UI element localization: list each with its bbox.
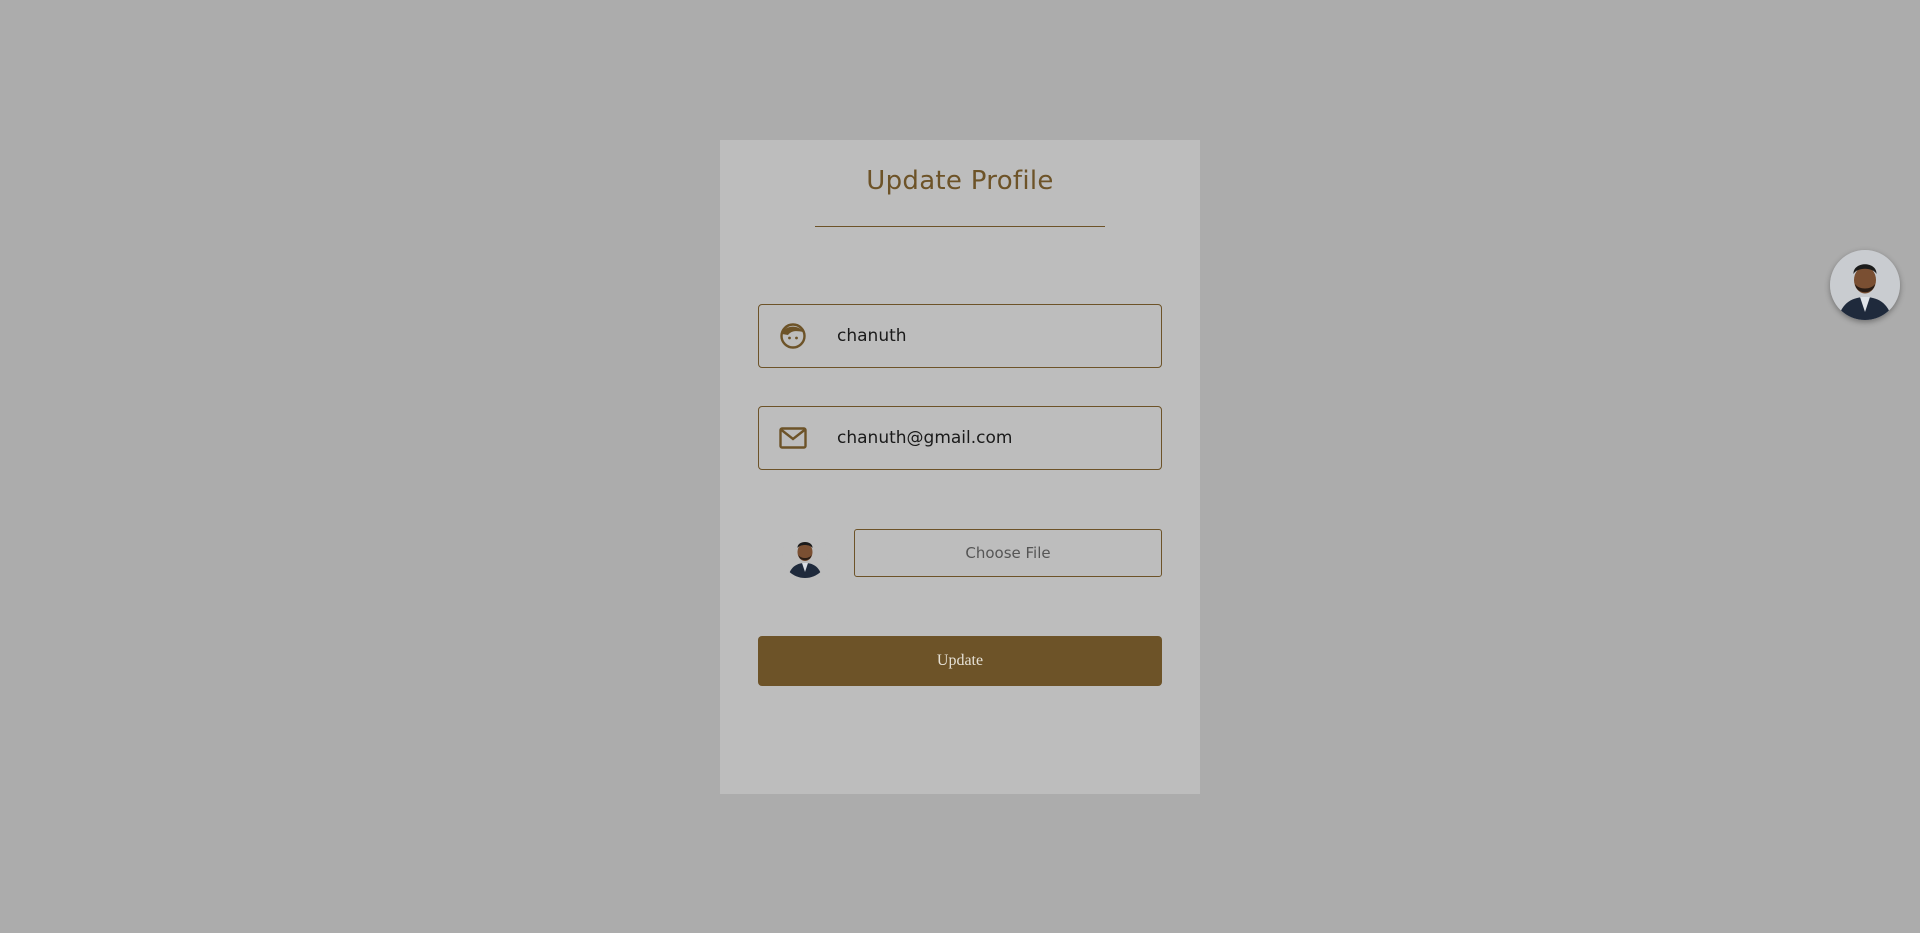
user-face-icon — [779, 322, 807, 350]
envelope-icon — [779, 424, 807, 452]
name-input[interactable] — [837, 326, 1137, 346]
email-input[interactable] — [837, 428, 1137, 448]
update-profile-card: Update Profile chanuth chanuth@gmail.com… — [720, 140, 1200, 794]
choose-file-button[interactable]: Choose File — [854, 529, 1162, 577]
title-divider — [815, 226, 1105, 227]
name-field[interactable] — [758, 304, 1162, 368]
email-field[interactable] — [758, 406, 1162, 470]
floating-profile-avatar[interactable] — [1830, 250, 1900, 320]
update-button[interactable]: Update — [758, 636, 1162, 686]
page-title: Update Profile — [866, 166, 1054, 196]
page: Update Profile chanuth chanuth@gmail.com… — [0, 0, 1920, 933]
profile-preview-avatar — [782, 532, 828, 578]
